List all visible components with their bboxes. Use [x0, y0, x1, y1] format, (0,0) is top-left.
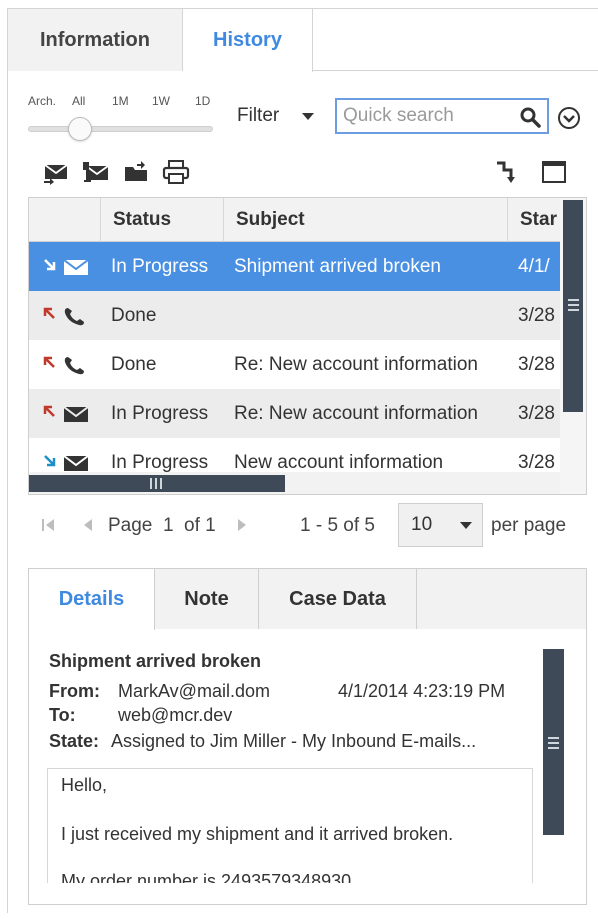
slider-handle[interactable]	[68, 117, 92, 141]
horizontal-scrollbar[interactable]	[29, 472, 562, 494]
search-icon[interactable]	[519, 106, 541, 128]
row-status: In Progress	[111, 403, 209, 424]
row-status: Done	[111, 354, 157, 375]
inbound-email-icon	[44, 259, 89, 275]
message-subject: Shipment arrived broken	[49, 651, 262, 671]
interaction-history-grid: Status Subject Star In Progress Shipment…	[28, 197, 587, 495]
to-address: web@mcr.dev	[118, 705, 233, 725]
from-label: From:	[49, 681, 100, 701]
tab-case-data[interactable]: Case Data	[259, 569, 417, 629]
vertical-scroll-thumb[interactable]	[563, 200, 583, 412]
grid-header: Status Subject Star	[29, 198, 562, 242]
page-size-caret-icon[interactable]	[460, 522, 472, 529]
row-start: 3/28	[518, 403, 555, 424]
slider-label-arch[interactable]: Arch.	[28, 94, 56, 108]
state-label: State:	[49, 731, 100, 751]
page-number[interactable]: 1	[163, 515, 174, 537]
inbound-email-icon	[44, 455, 89, 471]
filter-caret-icon[interactable]	[302, 113, 314, 120]
slider-label-1m[interactable]: 1M	[112, 94, 129, 108]
top-tab-bar: Information History	[8, 9, 598, 72]
slider-label-1d[interactable]: 1D	[195, 94, 210, 108]
slider-label-1w[interactable]: 1W	[152, 94, 170, 108]
tab-history[interactable]: History	[183, 9, 313, 72]
search-input[interactable]	[343, 103, 511, 129]
from-address: MarkAv@mail.dom	[118, 681, 270, 701]
body-line: My order number is 2493579348930	[61, 871, 352, 883]
row-subject: Re: New account information	[234, 403, 478, 424]
first-page-icon[interactable]	[41, 516, 55, 534]
details-panel: Details Note Case Data Shipment arrived …	[28, 568, 587, 905]
time-range-slider[interactable]	[28, 126, 213, 132]
tab-information[interactable]: Information	[8, 9, 183, 71]
page-label: Page	[108, 515, 153, 536]
table-row[interactable]: In Progress Shipment arrived broken 4/1/	[29, 242, 562, 291]
next-page-icon[interactable]	[236, 516, 248, 534]
col-status-header[interactable]: Status	[101, 198, 224, 242]
history-panel: Information History Arch. All 1M 1W 1D F…	[7, 8, 598, 913]
outbound-phone-icon	[43, 307, 84, 326]
split-view-icon[interactable]	[494, 159, 524, 185]
table-row[interactable]: In Progress Re: New account information …	[29, 389, 562, 438]
outbound-phone-icon	[43, 356, 84, 375]
body-line: I just received my shipment and it arriv…	[61, 824, 454, 844]
print-icon[interactable]	[161, 159, 191, 185]
row-subject	[234, 291, 508, 340]
col-start-header[interactable]: Star	[508, 198, 568, 242]
tab-note[interactable]: Note	[155, 569, 259, 629]
row-subject: Re: New account information	[234, 354, 478, 375]
slider-label-all[interactable]: All	[72, 94, 85, 108]
row-status: Done	[111, 305, 157, 326]
table-row[interactable]: Done 3/28	[29, 291, 562, 340]
table-row[interactable]: Done Re: New account information 3/28	[29, 340, 562, 389]
row-status: In Progress	[111, 256, 209, 277]
vertical-scrollbar[interactable]	[560, 198, 586, 494]
horizontal-scroll-thumb[interactable]	[29, 475, 285, 492]
mark-done-icon[interactable]	[42, 159, 72, 185]
previous-page-icon[interactable]	[82, 516, 94, 534]
message-body: Hello, I just received my shipment and i…	[47, 768, 533, 883]
move-to-workbin-icon[interactable]	[121, 159, 151, 185]
state-value: Assigned to Jim Miller - My Inbound E-ma…	[111, 731, 477, 751]
outbound-email-icon	[43, 405, 89, 422]
details-scroll-thumb[interactable]	[543, 649, 564, 835]
circle-chevron-down-icon[interactable]	[557, 106, 581, 130]
body-line: Hello,	[61, 775, 108, 795]
to-label: To:	[49, 705, 76, 725]
quick-search-box[interactable]	[335, 98, 549, 134]
row-start: 3/28	[518, 354, 555, 375]
row-start: 4/1/	[518, 256, 550, 277]
per-page-label: per page	[491, 515, 567, 536]
col-media-header[interactable]	[29, 198, 101, 242]
filter-dropdown[interactable]: Filter	[237, 105, 279, 127]
record-range: 1 - 5 of 5	[300, 515, 375, 536]
page-total: of 1	[184, 515, 216, 536]
tab-bar-filler	[417, 569, 586, 629]
details-tab-bar: Details Note Case Data	[29, 569, 586, 630]
row-start: 3/28	[518, 305, 555, 326]
message-date: 4/1/2014 4:23:19 PM	[338, 681, 506, 701]
row-subject: Shipment arrived broken	[234, 256, 441, 277]
col-subject-header[interactable]: Subject	[224, 198, 508, 242]
tab-details[interactable]: Details	[29, 569, 155, 630]
maximize-icon[interactable]	[540, 159, 570, 185]
reply-all-icon[interactable]	[81, 159, 111, 185]
